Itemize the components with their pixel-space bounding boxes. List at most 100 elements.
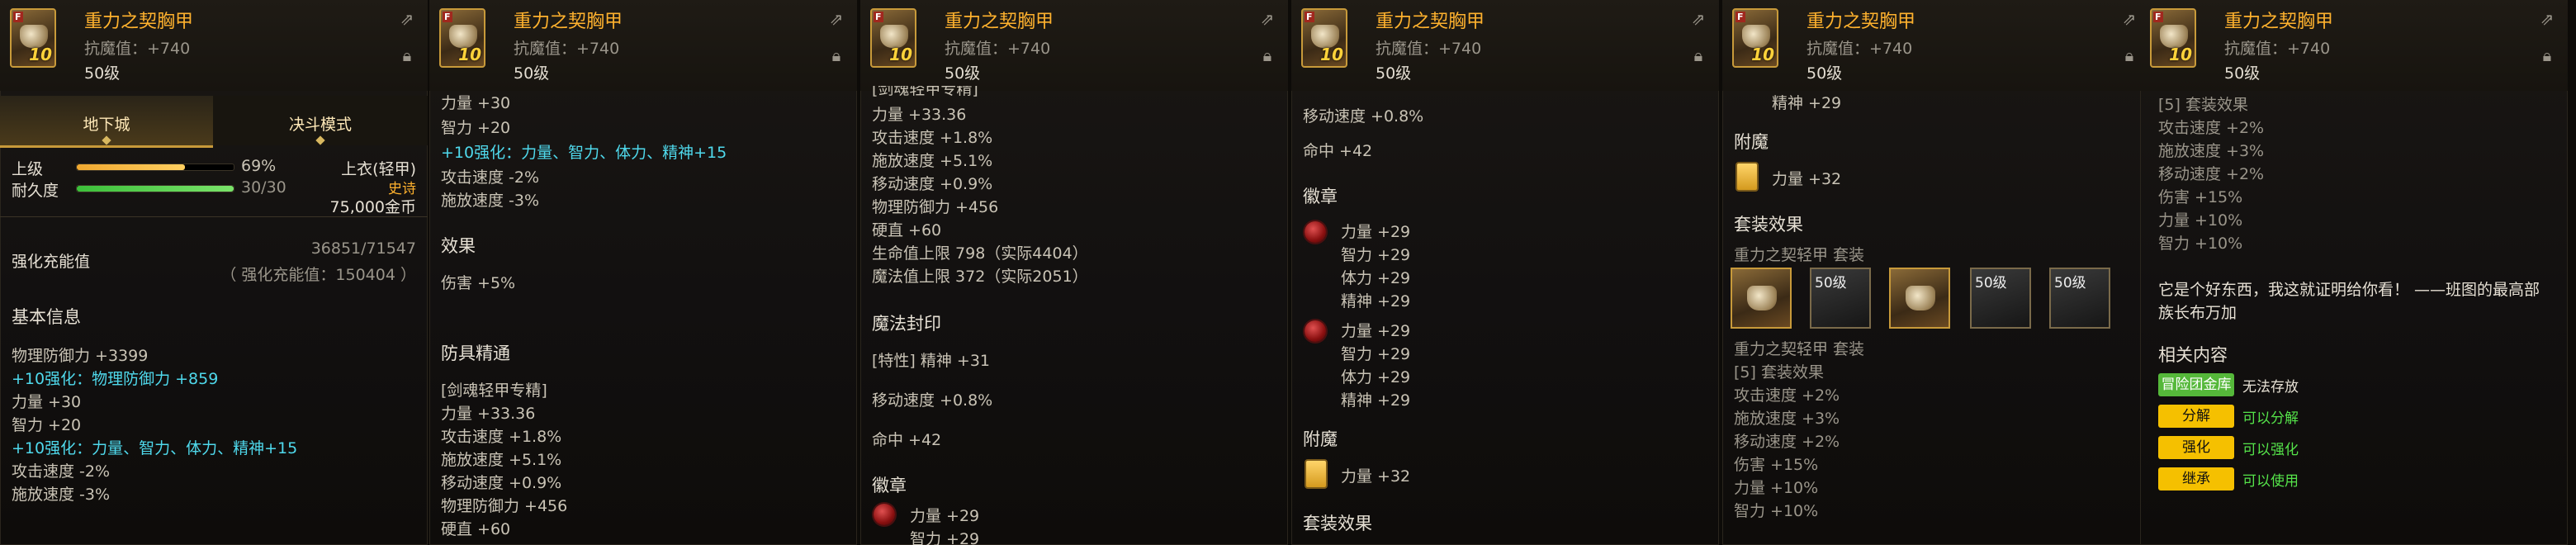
cut-line: 智力 +29 <box>910 530 980 545</box>
seal-title: 魔法封印 <box>872 314 941 334</box>
share-icon[interactable]: ⇗ <box>1258 10 1276 28</box>
icon-plus: 10 <box>889 45 912 64</box>
enchant-line: 力量 +32 <box>1341 467 1411 486</box>
stat-line: 精神 +29 <box>1341 292 1411 310</box>
set-name: 重力之契轻甲 套装 <box>1734 246 1865 264</box>
icon-tag: F <box>1735 12 1745 22</box>
tooltip-panel-1: F 10 重力之契胸甲 抗魔值：+740 50级 ⇗ 🔒︎ 地下城 决斗模式 上级… <box>0 0 428 545</box>
stat-line: 力量 +30 <box>12 393 82 411</box>
set-line: [5] 套装效果 <box>1734 363 1824 382</box>
set-piece-level: 50级 <box>1975 275 2007 291</box>
stat-line: 移动速度 +0.8% <box>1303 107 1424 126</box>
grade-fill <box>77 164 186 170</box>
icon-plus: 10 <box>1751 45 1774 64</box>
item-name: 重力之契胸甲 <box>514 12 623 32</box>
inherit-status: 可以使用 <box>2242 473 2299 490</box>
disassemble-status: 可以分解 <box>2242 410 2299 427</box>
flavor-text: 它是个好东西，我这就证明给你看！ ——班图的最高部 <box>2158 281 2540 299</box>
emblem-title: 徽章 <box>1303 187 1338 206</box>
enh-value: 36851/71547 <box>310 239 416 258</box>
stat-line: 魔法值上限 372（实际2051） <box>872 268 1088 286</box>
set-piece[interactable]: 50级 <box>2049 268 2110 329</box>
stat-line: 攻击速度 -2% <box>441 168 540 187</box>
armor-icon <box>1906 286 1935 310</box>
icon-plus: 10 <box>1320 45 1343 64</box>
armor-icon <box>1747 286 1777 310</box>
set-piece-chest[interactable] <box>1731 268 1792 329</box>
share-icon[interactable]: ⇗ <box>827 10 845 28</box>
stat-line: 施放速度 -3% <box>441 192 540 210</box>
stat-line: +10强化：力量、智力、体力、精神+15 <box>441 144 727 162</box>
stat-line: 力量 +29 <box>1341 322 1411 340</box>
set-line: 施放速度 +3% <box>2158 142 2265 160</box>
item-header: F 10 重力之契胸甲 抗魔值：+740 50级 ⇗ 🔒︎ <box>860 0 1288 91</box>
item-level: 50级 <box>1807 64 1843 83</box>
item-icon: F 10 <box>870 8 916 68</box>
share-icon[interactable]: ⇗ <box>1689 10 1707 28</box>
magic-resist: 抗魔值：+740 <box>514 40 620 58</box>
magic-resist: 抗魔值：+740 <box>1376 40 1482 58</box>
enhance-button[interactable]: 强化 <box>2158 436 2234 459</box>
item-icon: F 10 <box>439 8 485 68</box>
set-line: 智力 +10% <box>2158 235 2243 253</box>
item-header: F 10 重力之契胸甲 抗魔值：+740 50级 ⇗ 🔒︎ <box>0 0 428 91</box>
lock-icon[interactable]: 🔒︎ <box>1258 46 1276 64</box>
share-icon[interactable]: ⇗ <box>2538 10 2556 28</box>
durability-fill <box>77 186 234 192</box>
lock-icon[interactable]: 🔒︎ <box>2538 46 2556 64</box>
stat-line: 施放速度 +5.1% <box>441 451 562 469</box>
stat-line: +10强化：物理防御力 +859 <box>12 370 219 388</box>
durability-value: 30/30 <box>241 178 286 197</box>
item-name: 重力之契胸甲 <box>1376 12 1485 32</box>
stat-line: 力量 +29 <box>1341 223 1411 241</box>
share-icon[interactable]: ⇗ <box>398 10 416 28</box>
stat-line: 移动速度 +0.9% <box>872 175 993 193</box>
effect-line: 伤害 +5% <box>441 274 516 292</box>
slot-type: 上衣(轻甲) <box>341 160 416 178</box>
set-line: 攻击速度 +2% <box>1734 386 1840 405</box>
enh-sub: （ 强化充能值：150404 ） <box>220 266 416 284</box>
adventure-vault-button[interactable]: 冒险团金库 <box>2158 373 2234 396</box>
diamond-icon <box>315 135 325 145</box>
flavor-text: 族长布万加 <box>2158 304 2237 322</box>
stat-line: 智力 +20 <box>441 119 511 137</box>
icon-tag: F <box>443 12 452 22</box>
set-name: 重力之契轻甲 套装 <box>1734 340 1865 358</box>
set-piece-chest[interactable] <box>1889 268 1950 329</box>
inherit-button[interactable]: 继承 <box>2158 467 2234 490</box>
tab-pvp[interactable]: 决斗模式 <box>213 96 428 145</box>
set-line: 攻击速度 +2% <box>2158 119 2265 137</box>
stat-line: 力量 +29 <box>910 507 980 525</box>
effect-title: 效果 <box>441 236 476 256</box>
tab-dungeon[interactable]: 地下城 <box>0 96 213 148</box>
stat-line: 生命值上限 798（实际4404） <box>872 244 1088 263</box>
set-line: 施放速度 +3% <box>1734 410 1840 428</box>
icon-plus: 10 <box>29 45 52 64</box>
stat-line: 硬直 +60 <box>441 520 511 538</box>
lock-icon[interactable]: 🔒︎ <box>398 46 416 64</box>
item-header: F 10 重力之契胸甲 抗魔值：+740 50级 ⇗ 🔒︎ <box>2140 0 2568 91</box>
emblem-title: 徽章 <box>872 476 907 495</box>
mode-tabs: 地下城 决斗模式 <box>0 96 428 148</box>
lock-icon[interactable]: 🔒︎ <box>2120 46 2138 64</box>
stat-line: 体力 +29 <box>1341 269 1411 287</box>
set-line: 伤害 +15% <box>1734 456 1819 474</box>
share-icon[interactable]: ⇗ <box>2120 10 2138 28</box>
item-level: 50级 <box>1376 64 1412 83</box>
disassemble-button[interactable]: 分解 <box>2158 405 2234 428</box>
stat-line: 精神 +29 <box>1772 94 1842 112</box>
lock-icon[interactable]: 🔒︎ <box>827 46 845 64</box>
diamond-icon <box>102 135 111 145</box>
magic-resist: 抗魔值：+740 <box>2224 40 2331 58</box>
set-piece-level: 50级 <box>1815 275 1847 291</box>
item-name: 重力之契胸甲 <box>945 12 1054 32</box>
price: 75,000金币 <box>329 198 416 216</box>
set-piece[interactable]: 50级 <box>1810 268 1871 329</box>
icon-tag: F <box>13 12 23 22</box>
enchant-title: 附魔 <box>1303 429 1338 449</box>
red-emblem-icon <box>1305 221 1326 243</box>
set-piece[interactable]: 50级 <box>1970 268 2031 329</box>
divider <box>0 216 428 217</box>
lock-icon[interactable]: 🔒︎ <box>1689 46 1707 64</box>
stat-line: 智力 +29 <box>1341 246 1411 264</box>
